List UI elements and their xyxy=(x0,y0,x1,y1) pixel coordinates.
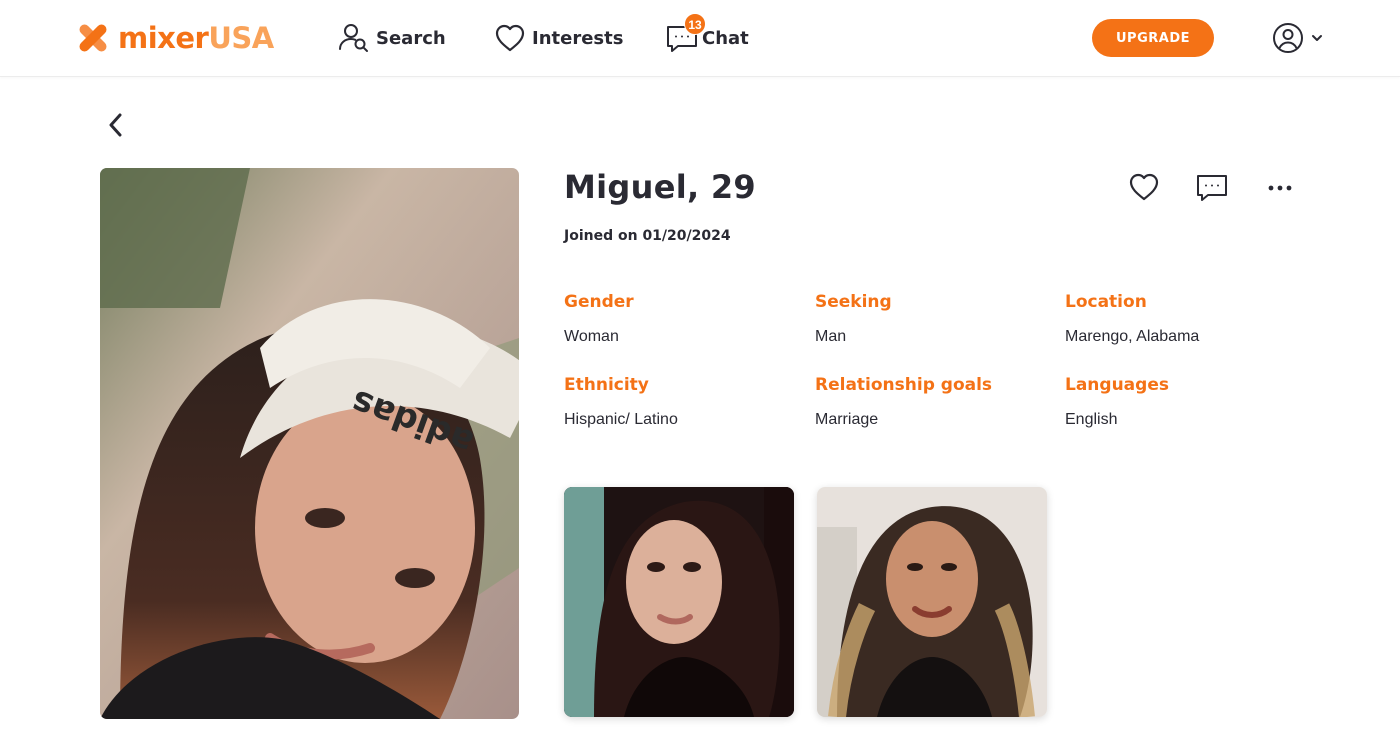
logo-usa-text: USA xyxy=(208,20,274,55)
field-value: Woman xyxy=(564,328,619,345)
heart-icon xyxy=(495,24,525,52)
chat-bubble-icon xyxy=(1197,175,1227,201)
gallery-photo-illustration xyxy=(564,487,794,717)
user-circle-icon xyxy=(1273,23,1303,53)
message-button[interactable] xyxy=(1195,170,1229,204)
field-label: Relationship goals xyxy=(815,375,993,395)
field-ethnicity: Ethnicity Hispanic/ Latino xyxy=(564,375,678,429)
field-value: Man xyxy=(815,328,847,345)
field-label: Ethnicity xyxy=(564,375,649,395)
field-value: Marengo, Alabama xyxy=(1065,328,1200,345)
profile-photo-illustration: adidas xyxy=(100,168,519,719)
joined-date: Joined on 01/20/2024 xyxy=(564,228,731,244)
chevron-left-icon xyxy=(109,113,122,137)
logo-mixer-text: mixer xyxy=(118,20,209,55)
nav-search[interactable]: Search xyxy=(338,20,446,56)
field-value: Hispanic/ Latino xyxy=(564,411,678,428)
chevron-down-icon xyxy=(1312,35,1322,41)
main-profile-photo[interactable]: adidas xyxy=(100,168,519,719)
field-label: Seeking xyxy=(815,292,892,312)
profile-name-age: Miguel, 29 xyxy=(564,168,756,206)
field-seeking: Seeking Man xyxy=(815,292,892,346)
gallery-photo[interactable] xyxy=(564,487,794,717)
x-logo-icon xyxy=(79,24,107,52)
back-button[interactable] xyxy=(103,110,131,140)
more-horizontal-icon xyxy=(1268,185,1292,191)
nav-interests-label: Interests xyxy=(532,27,624,49)
mixerusa-logo[interactable]: mixerUSA xyxy=(76,19,274,57)
nav-chat[interactable]: 13 Chat xyxy=(666,13,749,56)
chat-icon-wrapper: 13 xyxy=(666,13,706,54)
nav-interests[interactable]: Interests xyxy=(494,20,623,56)
logo-text: mixerUSA xyxy=(118,20,274,55)
field-value: Marriage xyxy=(815,411,879,428)
chat-unread-badge: 13 xyxy=(684,13,706,35)
field-label: Location xyxy=(1065,292,1147,312)
gallery-photo[interactable] xyxy=(817,487,1047,717)
top-navigation-bar: mixerUSA Search Interests 13 Chat UPGRAD xyxy=(0,0,1400,77)
gallery-photo-illustration xyxy=(817,487,1047,717)
field-value: English xyxy=(1065,411,1118,428)
field-gender: Gender Woman xyxy=(564,292,634,346)
upgrade-button[interactable]: UPGRADE xyxy=(1092,19,1214,57)
field-label: Languages xyxy=(1065,375,1169,395)
nav-search-label: Search xyxy=(376,27,446,49)
field-relationship-goals: Relationship goals Marriage xyxy=(815,375,992,429)
user-search-icon xyxy=(339,24,368,52)
heart-outline-icon xyxy=(1129,173,1159,201)
nav-chat-label: Chat xyxy=(702,27,749,49)
like-button[interactable] xyxy=(1127,170,1161,204)
field-label: Gender xyxy=(564,292,634,312)
account-menu[interactable] xyxy=(1272,22,1324,54)
more-options-button[interactable] xyxy=(1263,170,1297,204)
field-languages: Languages English xyxy=(1065,375,1169,429)
field-location: Location Marengo, Alabama xyxy=(1065,292,1199,346)
